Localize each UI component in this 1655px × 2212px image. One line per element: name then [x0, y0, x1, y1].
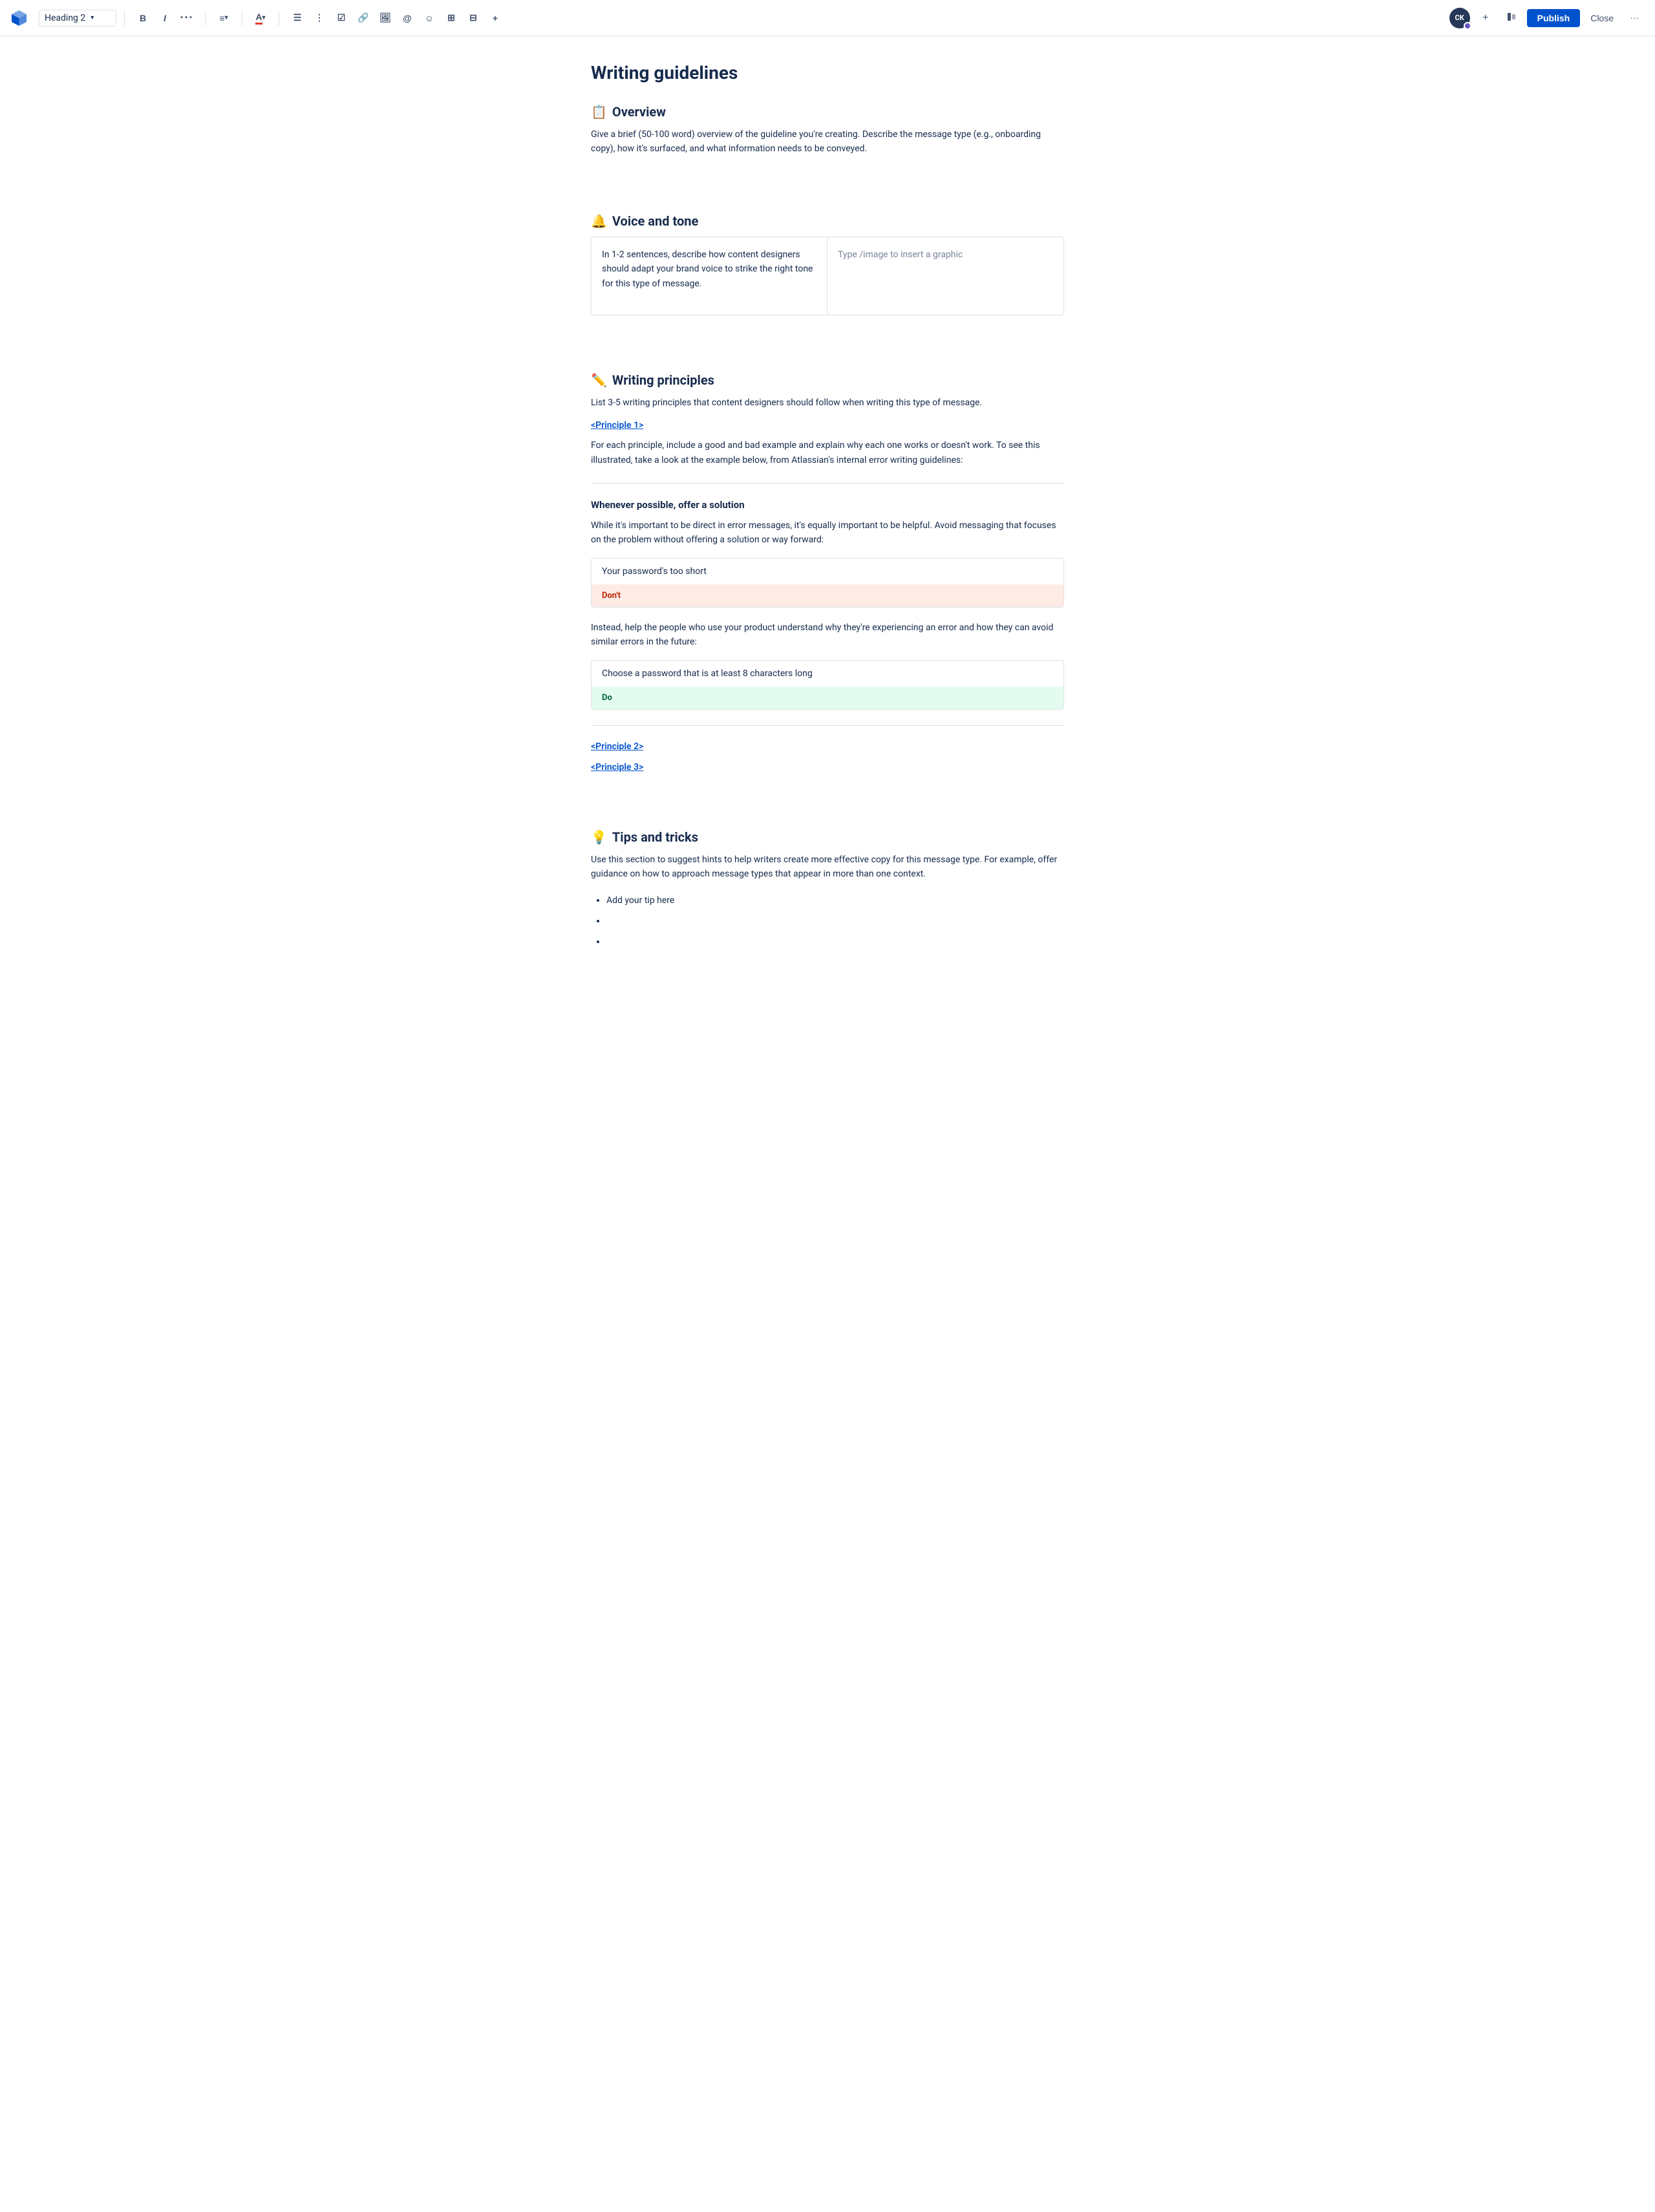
divider-2	[591, 725, 1064, 726]
mention-icon: @	[403, 13, 412, 23]
chevron-down-icon: ▾	[91, 14, 94, 21]
section-voice-tone: 🔔 Voice and tone In 1-2 sentences, descr…	[591, 213, 1064, 315]
heading-selector-label: Heading 2	[45, 13, 85, 23]
voice-tone-icon: 🔔	[591, 213, 607, 229]
toolbar-divider-2	[205, 10, 206, 26]
unordered-list-button[interactable]: ☰	[287, 8, 308, 28]
example-intro: While it's important to be direct in err…	[591, 518, 1064, 548]
mention-button[interactable]: @	[397, 8, 418, 28]
voice-tone-col1[interactable]: In 1-2 sentences, describe how content d…	[592, 237, 828, 315]
tips-tricks-text: Use this section to suggest hints to hel…	[591, 853, 1064, 882]
chevron-down-icon-color: ▾	[262, 14, 266, 21]
dont-example-box: Your password's too short Don't	[591, 558, 1064, 608]
voice-tone-heading: 🔔 Voice and tone	[591, 213, 1064, 229]
writing-principles-intro: List 3-5 writing principles that content…	[591, 396, 1064, 410]
principle1-link[interactable]: <Principle 1>	[591, 420, 1064, 431]
insert-group: ☰ ⋮ ☑ 🔗 🖼 @ ☺ ⊞ ⊟ +	[287, 8, 506, 28]
toolbar-divider-1	[124, 10, 125, 26]
writing-principles-heading: ✏️ Writing principles	[591, 372, 1064, 388]
color-icon: A	[255, 12, 262, 25]
do-example-content[interactable]: Choose a password that is at least 8 cha…	[592, 661, 1063, 686]
overview-heading: 📋 Overview	[591, 104, 1064, 120]
avatar-initials: CK	[1455, 14, 1464, 22]
spacer-1	[591, 182, 1064, 213]
table-button[interactable]: ⊞	[441, 8, 462, 28]
overview-icon: 📋	[591, 104, 607, 120]
avatar[interactable]: CK	[1449, 8, 1470, 28]
dont-example-content[interactable]: Your password's too short	[592, 558, 1063, 584]
layout-icon: ⊟	[469, 12, 477, 23]
principle2-link[interactable]: <Principle 2>	[591, 741, 1064, 752]
plus-icon: +	[493, 13, 498, 23]
app-logo[interactable]	[10, 9, 28, 27]
share-icon	[1506, 12, 1517, 24]
more-format-button[interactable]: ···	[176, 8, 197, 28]
toolbar: Heading 2 ▾ B I ··· ≡ ▾ A ▾ ☰ ⋮ ☑	[0, 0, 1655, 36]
align-icon: ≡	[219, 13, 224, 23]
divider-1	[591, 483, 1064, 484]
heading-selector[interactable]: Heading 2 ▾	[39, 10, 116, 27]
more-icon: ···	[180, 11, 194, 25]
writing-principles-icon: ✏️	[591, 372, 607, 388]
example-middle-text: Instead, help the people who use your pr…	[591, 621, 1064, 650]
more-insert-button[interactable]: +	[485, 8, 506, 28]
publish-button[interactable]: Publish	[1527, 9, 1581, 27]
list-item[interactable]	[606, 912, 1064, 930]
link-button[interactable]: 🔗	[353, 8, 374, 28]
tips-tricks-heading: 💡 Tips and tricks	[591, 829, 1064, 845]
add-collaborator-button[interactable]: +	[1475, 8, 1496, 28]
principle3-link[interactable]: <Principle 3>	[591, 762, 1064, 772]
format-group: B I ···	[133, 8, 197, 28]
link-icon: 🔗	[358, 12, 368, 23]
page-title[interactable]: Writing guidelines	[591, 62, 1064, 83]
image-button[interactable]: 🖼	[375, 8, 396, 28]
editor-content: Writing guidelines 📋 Overview Give a bri…	[575, 36, 1080, 1028]
task-icon: ☑	[337, 12, 346, 23]
bold-button[interactable]: B	[133, 8, 153, 28]
spacer-3	[591, 798, 1064, 829]
overview-text[interactable]: Give a brief (50-100 word) overview of t…	[591, 127, 1064, 156]
ordered-list-button[interactable]: ⋮	[309, 8, 330, 28]
overflow-button[interactable]: ···	[1624, 8, 1645, 28]
close-button[interactable]: Close	[1585, 9, 1619, 27]
ordered-list-icon: ⋮	[315, 12, 324, 23]
unordered-list-icon: ☰	[294, 12, 302, 23]
plus-icon: +	[1482, 12, 1488, 24]
tips-list: Add your tip here	[591, 891, 1064, 951]
emoji-button[interactable]: ☺	[419, 8, 440, 28]
section-writing-principles: ✏️ Writing principles List 3-5 writing p…	[591, 372, 1064, 772]
tips-tricks-icon: 💡	[591, 829, 607, 845]
toolbar-right: CK + Publish Close ···	[1449, 8, 1645, 28]
share-button[interactable]	[1501, 8, 1522, 28]
do-label: Do	[592, 686, 1063, 709]
task-button[interactable]: ☑	[331, 8, 352, 28]
section-overview: 📋 Overview Give a brief (50-100 word) ov…	[591, 104, 1064, 156]
table-icon: ⊞	[447, 12, 455, 23]
dont-label: Don't	[592, 584, 1063, 607]
example-sub-heading: Whenever possible, offer a solution	[591, 499, 1064, 511]
layout-button[interactable]: ⊟	[463, 8, 484, 28]
emoji-icon: ☺	[425, 13, 434, 23]
section-tips-tricks: 💡 Tips and tricks Use this section to su…	[591, 829, 1064, 952]
chevron-down-icon-align: ▾	[225, 14, 228, 21]
align-button[interactable]: ≡ ▾	[213, 8, 234, 28]
list-item[interactable]: Add your tip here	[606, 891, 1064, 909]
overflow-icon: ···	[1630, 13, 1638, 23]
principle1-text: For each principle, include a good and b…	[591, 438, 1064, 467]
italic-button[interactable]: I	[155, 8, 175, 28]
list-item[interactable]	[606, 933, 1064, 951]
voice-tone-table: In 1-2 sentences, describe how content d…	[591, 237, 1064, 315]
spacer-2	[591, 341, 1064, 372]
avatar-badge	[1464, 22, 1471, 30]
color-button[interactable]: A ▾	[250, 8, 271, 28]
do-example-box: Choose a password that is at least 8 cha…	[591, 660, 1064, 710]
image-icon: 🖼	[379, 12, 391, 23]
voice-tone-col2[interactable]: Type /image to insert a graphic	[828, 237, 1063, 315]
